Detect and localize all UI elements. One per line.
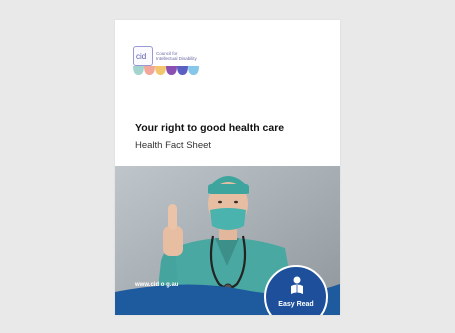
logo-scallop-decoration bbox=[133, 66, 199, 75]
organization-logo: cid Council for Intellectual Disability bbox=[133, 46, 226, 66]
logo-scallop bbox=[188, 66, 199, 75]
logo-scallop bbox=[155, 66, 166, 75]
logo-scallop bbox=[144, 66, 155, 75]
website-url[interactable]: www.cid o g.au bbox=[135, 282, 178, 288]
cid-logo-mark: cid bbox=[136, 52, 146, 61]
logo-scallop bbox=[133, 66, 144, 75]
organization-name-line-2: Intellectual Disability bbox=[156, 56, 197, 61]
document-viewer: cid Council for Intellectual Disability … bbox=[0, 0, 455, 333]
organization-name: Council for Intellectual Disability bbox=[156, 51, 226, 61]
document-cover-page: cid Council for Intellectual Disability … bbox=[115, 20, 340, 315]
logo-scallop bbox=[166, 66, 177, 75]
easy-read-label: Easy Read bbox=[278, 301, 314, 308]
logo-scallop bbox=[177, 66, 188, 75]
reading-person-icon bbox=[291, 276, 303, 294]
document-title: Your right to good health care bbox=[135, 122, 285, 134]
cid-logo-icon: cid bbox=[133, 46, 153, 66]
document-subtitle: Health Fact Sheet bbox=[135, 140, 212, 151]
svg-text:cid: cid bbox=[136, 52, 146, 61]
